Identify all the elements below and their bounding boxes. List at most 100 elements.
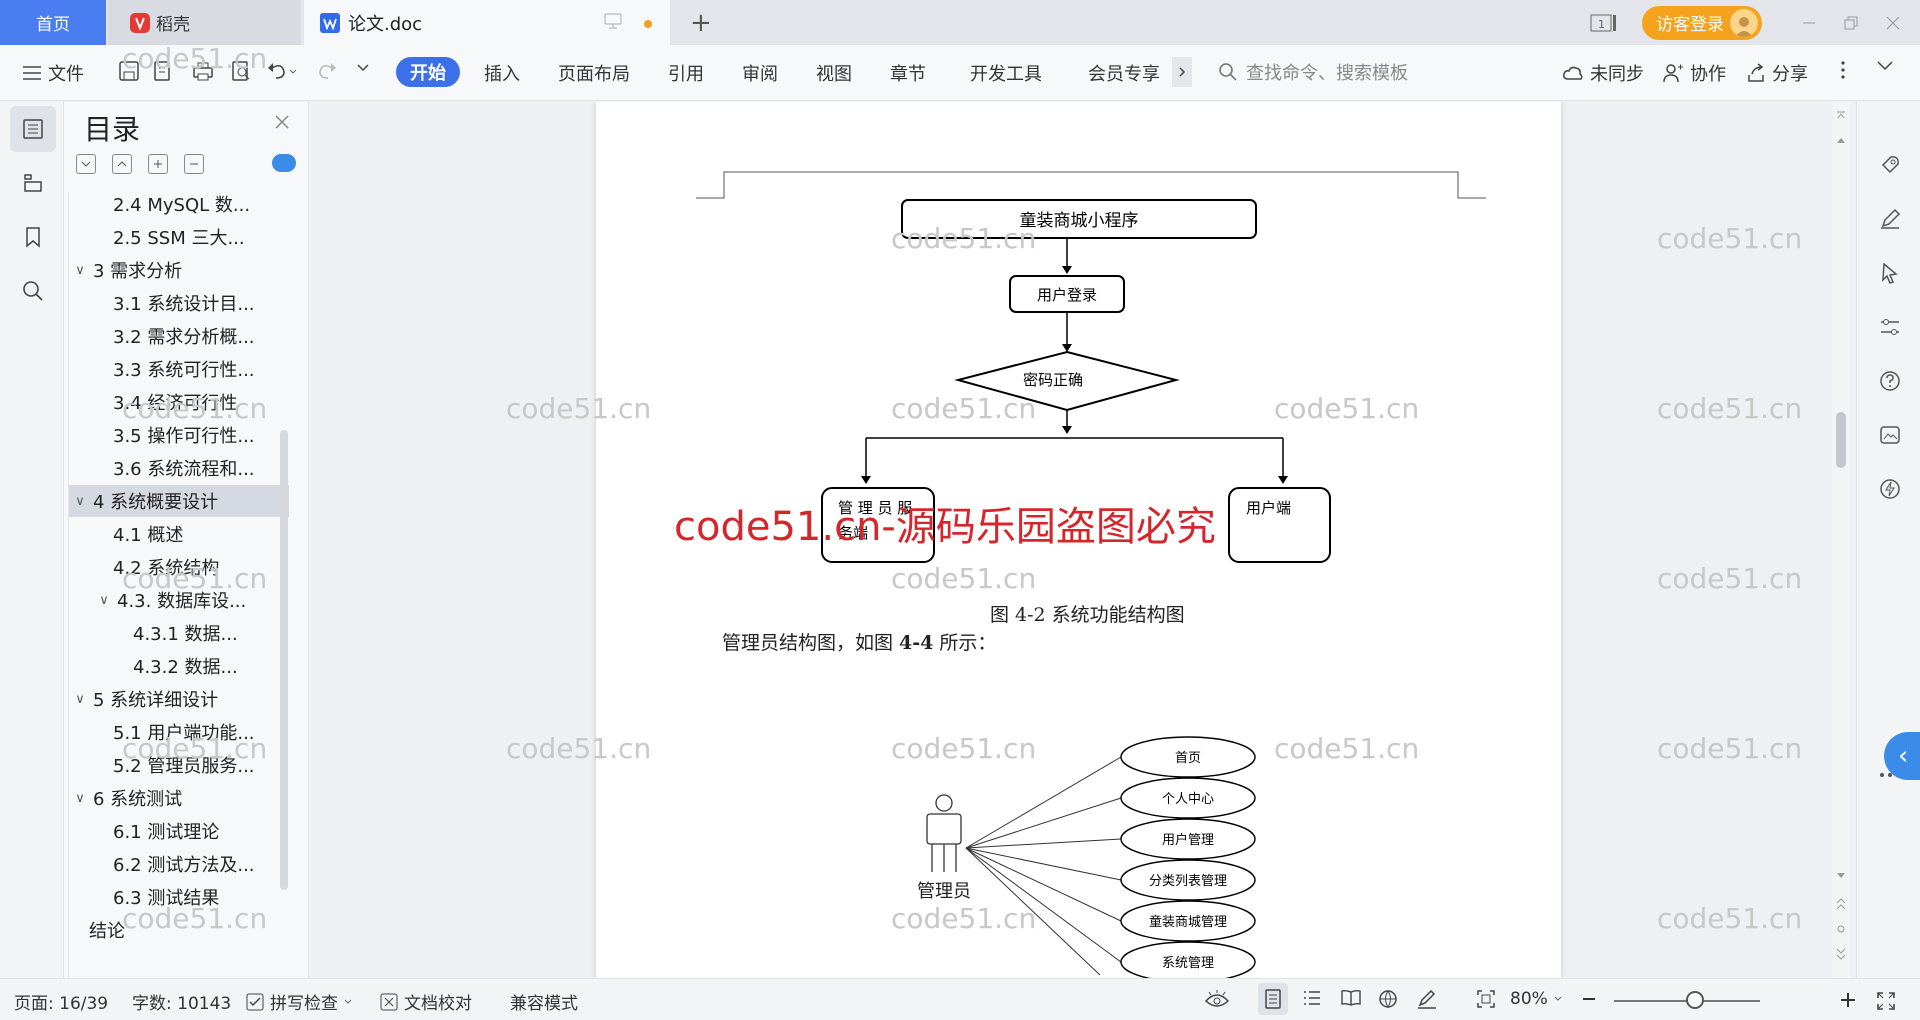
close-window-icon[interactable] <box>1872 16 1914 30</box>
tab-chapter[interactable]: 章节 <box>890 60 926 86</box>
fit-page-icon[interactable] <box>1476 989 1496 1009</box>
watermark-text: code51.cn <box>1274 392 1420 425</box>
toc-item[interactable]: 4.3.1 数据... <box>69 617 289 649</box>
spell-check-button[interactable]: 拼写检查 <box>246 989 352 1014</box>
zoom-out-icon[interactable] <box>1582 997 1596 1001</box>
share-button[interactable]: 分享 <box>1746 60 1808 86</box>
toc-item[interactable]: 3.2 需求分析概... <box>69 320 289 352</box>
tab-insert[interactable]: 插入 <box>484 60 520 86</box>
tab-developer[interactable]: 开发工具 <box>970 60 1042 86</box>
write-mode-icon[interactable] <box>1416 989 1438 1009</box>
toc-panel-icon[interactable] <box>10 106 56 152</box>
web-view-icon[interactable] <box>1378 989 1398 1009</box>
more-options-icon[interactable] <box>1840 60 1846 80</box>
toc-item[interactable]: ∨ 4 系统概要设计 <box>69 485 289 517</box>
scroll-down-icon[interactable] <box>1836 872 1846 880</box>
svg-text:1: 1 <box>1598 18 1605 31</box>
rocket-icon[interactable] <box>1877 152 1903 178</box>
tab-page-layout[interactable]: 页面布局 <box>558 60 630 86</box>
scroll-top-icon[interactable] <box>1836 110 1846 120</box>
toc-item[interactable]: 6.2 测试方法及... <box>69 848 289 880</box>
toc-item[interactable]: 2.4 MySQL 数... <box>69 192 289 220</box>
tab-references[interactable]: 引用 <box>668 60 704 86</box>
toc-item[interactable]: 4.1 概述 <box>69 518 289 550</box>
scroll-up-icon[interactable] <box>1836 136 1846 144</box>
tab-member[interactable]: 会员专享 <box>1088 60 1160 86</box>
red-watermark: code51.cn-源码乐园盗图必究 <box>674 504 1216 550</box>
tab-review[interactable]: 审阅 <box>742 60 778 86</box>
collaborate-button[interactable]: 协作 <box>1662 60 1726 86</box>
toc-item-label: 6 系统测试 <box>93 789 183 810</box>
reading-view-icon[interactable] <box>1340 989 1362 1007</box>
chevron-down-icon[interactable]: ∨ <box>71 494 89 509</box>
zoom-in-icon[interactable] <box>1840 992 1856 1008</box>
toc-item[interactable]: ∨ 6 系统测试 <box>69 782 289 814</box>
fullscreen-icon[interactable] <box>1876 991 1896 1011</box>
redo-icon[interactable] <box>316 60 338 82</box>
tab-start[interactable]: 开始 <box>396 57 460 87</box>
expand-all-icon[interactable] <box>76 154 96 174</box>
toc-item[interactable]: ∨ 5 系统详细设计 <box>69 683 289 715</box>
toc-item[interactable]: 3.1 系统设计目... <box>69 287 289 319</box>
toc-sync-toggle-icon[interactable] <box>272 154 296 172</box>
word-count[interactable]: 字数: 10143 <box>132 989 231 1014</box>
ribbon-more-icon[interactable] <box>1172 57 1192 87</box>
find-icon[interactable] <box>10 268 56 314</box>
command-search-input[interactable]: 查找命令、搜索模板 <box>1218 59 1408 85</box>
chevron-down-icon[interactable]: ∨ <box>71 791 89 806</box>
add-heading-icon[interactable] <box>148 154 168 174</box>
navigation-icon[interactable] <box>10 160 56 206</box>
minimize-icon[interactable] <box>1788 16 1830 30</box>
collapse-ribbon-icon[interactable] <box>1876 60 1894 72</box>
chevron-down-icon[interactable]: ∨ <box>71 263 89 278</box>
vertical-scrollbar[interactable] <box>1832 102 1850 978</box>
scroll-thumb[interactable] <box>1836 412 1846 468</box>
visitor-login-button[interactable]: 访客登录 <box>1642 5 1762 40</box>
chevron-down-icon <box>344 999 352 1005</box>
pen-icon[interactable] <box>1877 206 1903 232</box>
toc-item[interactable]: 2.5 SSM 三大... <box>69 221 289 253</box>
page-count[interactable]: 页面: 16/39 <box>14 989 108 1014</box>
new-tab-button[interactable]: + <box>690 8 712 38</box>
page-view-mode-icon[interactable] <box>1258 983 1288 1015</box>
eye-protect-icon[interactable] <box>1204 989 1230 1009</box>
adjust-sliders-icon[interactable] <box>1877 314 1903 340</box>
toc-item[interactable]: 3.3 系统可行性... <box>69 353 289 385</box>
proofread-button[interactable]: 文档校对 <box>380 989 472 1014</box>
energy-icon[interactable] <box>1877 476 1903 502</box>
chevron-down-icon[interactable]: ∨ <box>95 593 113 608</box>
toc-item[interactable]: 4.3.2 数据... <box>69 650 289 682</box>
select-cursor-icon[interactable] <box>1877 260 1903 286</box>
undo-icon[interactable] <box>266 60 296 82</box>
tab-document[interactable]: 论文.doc <box>304 0 670 45</box>
remove-heading-icon[interactable] <box>184 154 204 174</box>
restore-icon[interactable] <box>1830 16 1872 30</box>
screen-icon[interactable] <box>604 13 622 29</box>
close-icon[interactable] <box>274 114 290 130</box>
zoom-level-select[interactable]: 80% <box>1510 989 1562 1009</box>
outline-view-icon[interactable] <box>1302 989 1322 1007</box>
toc-scrollbar[interactable] <box>280 430 288 890</box>
watermark-text: code51.cn <box>122 902 268 935</box>
toc-item[interactable]: 3.6 系统流程和... <box>69 452 289 484</box>
image-tool-icon[interactable] <box>1877 422 1903 448</box>
tab-daoke[interactable]: 稻壳 <box>108 0 301 45</box>
toc-item[interactable]: ∨ 3 需求分析 <box>69 254 289 286</box>
file-menu-button[interactable]: 文件 <box>22 60 84 86</box>
sync-button[interactable]: 未同步 <box>1562 60 1644 86</box>
toc-item[interactable]: 6.1 测试理论 <box>69 815 289 847</box>
prev-page-icon[interactable] <box>1836 898 1846 910</box>
tab-home[interactable]: 首页 <box>0 0 106 45</box>
help-icon[interactable] <box>1877 368 1903 394</box>
toc-item-label: 4 系统概要设计 <box>93 492 219 513</box>
chevron-down-icon[interactable]: ∨ <box>71 692 89 707</box>
tab-view[interactable]: 视图 <box>816 60 852 86</box>
next-page-icon[interactable] <box>1836 948 1846 960</box>
page-view-icon[interactable]: 1 <box>1590 13 1618 33</box>
watermark-text: code51.cn <box>1657 902 1803 935</box>
more-quick-actions-icon[interactable] <box>356 60 370 74</box>
zoom-slider-knob[interactable] <box>1686 991 1704 1009</box>
bookmark-icon[interactable] <box>10 214 56 260</box>
page-select-icon[interactable] <box>1836 924 1846 934</box>
collapse-all-icon[interactable] <box>112 154 132 174</box>
